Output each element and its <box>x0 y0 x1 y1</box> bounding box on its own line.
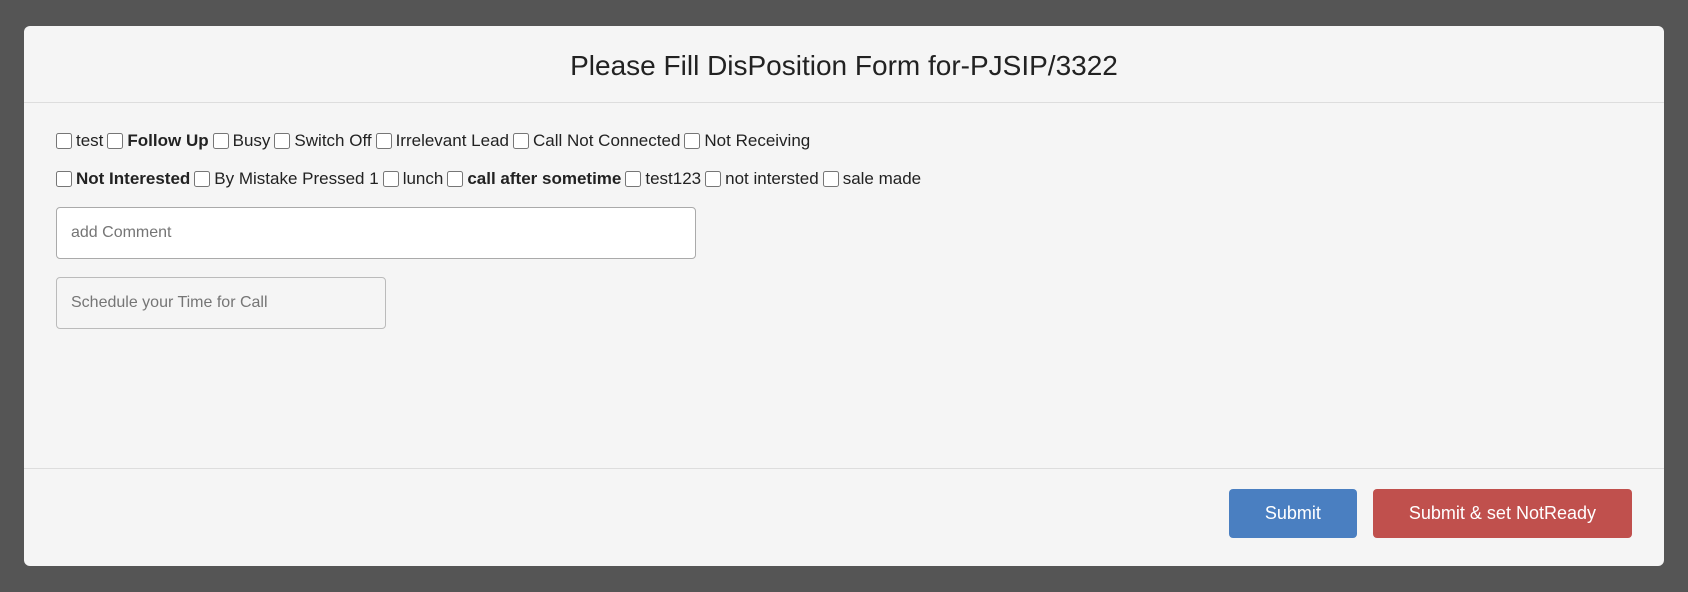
comment-input[interactable] <box>56 207 696 259</box>
cb_busy-checkbox[interactable] <box>213 133 229 149</box>
cb_switchoff-checkbox[interactable] <box>274 133 290 149</box>
cb_callnotconnected-label[interactable]: Call Not Connected <box>533 131 680 151</box>
cb_notinterested-checkbox[interactable] <box>56 171 72 187</box>
cb_followup-checkbox[interactable] <box>107 133 123 149</box>
checkbox-item: test <box>56 131 103 151</box>
modal-footer: Submit Submit & set NotReady <box>24 468 1664 566</box>
cb_lunch-label[interactable]: lunch <box>403 169 444 189</box>
modal-title: Please Fill DisPosition Form for-PJSIP/3… <box>56 50 1632 82</box>
checkbox-item: Not Receiving <box>684 131 810 151</box>
checkbox-item: Follow Up <box>107 131 208 151</box>
cb_notintersted-checkbox[interactable] <box>705 171 721 187</box>
cb_notintersted-label[interactable]: not intersted <box>725 169 819 189</box>
schedule-field-wrapper <box>56 277 1632 329</box>
cb_test-checkbox[interactable] <box>56 133 72 149</box>
cb_test-label[interactable]: test <box>76 131 103 151</box>
checkboxes-row-2: Not Interested By Mistake Pressed 1 lunch c… <box>56 169 1632 189</box>
checkboxes-row-1: test Follow Up Busy Switch Off Irrelevant Le… <box>56 131 1632 151</box>
cb_bymistake-checkbox[interactable] <box>194 171 210 187</box>
cb_callnotconnected-checkbox[interactable] <box>513 133 529 149</box>
cb_irrelevant-label[interactable]: Irrelevant Lead <box>396 131 509 151</box>
modal-header: Please Fill DisPosition Form for-PJSIP/3… <box>24 26 1664 103</box>
cb_test123-checkbox[interactable] <box>625 171 641 187</box>
cb_salemade-label[interactable]: sale made <box>843 169 921 189</box>
cb_switchoff-label[interactable]: Switch Off <box>294 131 371 151</box>
cb_salemade-checkbox[interactable] <box>823 171 839 187</box>
cb_irrelevant-checkbox[interactable] <box>376 133 392 149</box>
checkbox-item: test123 <box>625 169 701 189</box>
modal-body: test Follow Up Busy Switch Off Irrelevant Le… <box>24 103 1664 468</box>
checkbox-item: Call Not Connected <box>513 131 680 151</box>
cb_callafter-label[interactable]: call after sometime <box>467 169 621 189</box>
cb_notreceiving-label[interactable]: Not Receiving <box>704 131 810 151</box>
disposition-modal: Please Fill DisPosition Form for-PJSIP/3… <box>24 26 1664 566</box>
checkbox-item: Busy <box>213 131 271 151</box>
cb_test123-label[interactable]: test123 <box>645 169 701 189</box>
checkbox-item: By Mistake Pressed 1 <box>194 169 378 189</box>
submit-not-ready-button[interactable]: Submit & set NotReady <box>1373 489 1632 538</box>
checkbox-item: not intersted <box>705 169 819 189</box>
checkbox-item: sale made <box>823 169 921 189</box>
comment-field-wrapper <box>56 207 1632 259</box>
checkbox-item: lunch <box>383 169 444 189</box>
cb_followup-label[interactable]: Follow Up <box>127 131 208 151</box>
cb_bymistake-label[interactable]: By Mistake Pressed 1 <box>214 169 378 189</box>
checkbox-item: call after sometime <box>447 169 621 189</box>
cb_notinterested-label[interactable]: Not Interested <box>76 169 190 189</box>
checkbox-item: Irrelevant Lead <box>376 131 509 151</box>
checkbox-item: Not Interested <box>56 169 190 189</box>
schedule-input[interactable] <box>56 277 386 329</box>
submit-button[interactable]: Submit <box>1229 489 1357 538</box>
cb_busy-label[interactable]: Busy <box>233 131 271 151</box>
cb_lunch-checkbox[interactable] <box>383 171 399 187</box>
checkbox-item: Switch Off <box>274 131 371 151</box>
cb_notreceiving-checkbox[interactable] <box>684 133 700 149</box>
cb_callafter-checkbox[interactable] <box>447 171 463 187</box>
